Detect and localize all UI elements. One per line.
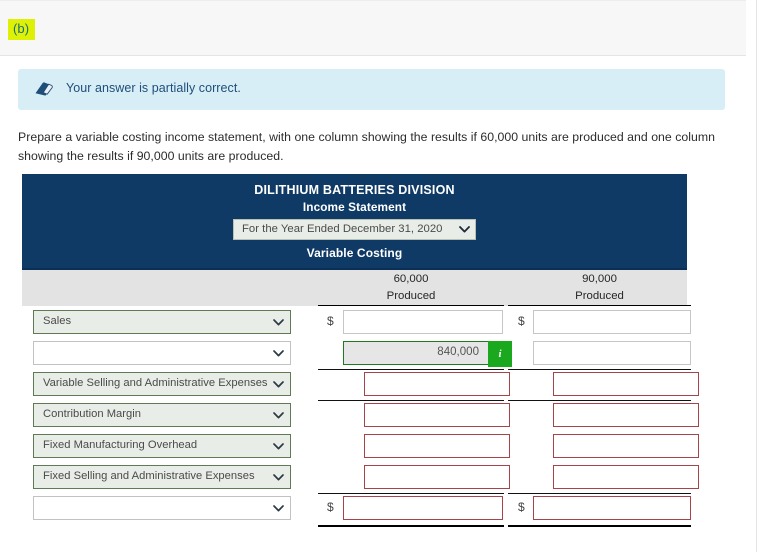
chevron-down-icon xyxy=(273,505,284,512)
company-name: DILITHIUM BATTERIES DIVISION xyxy=(254,183,455,197)
account-select-6[interactable]: Fixed Selling and Administrative Expense… xyxy=(33,465,291,489)
amount-input-r2c2[interactable] xyxy=(533,341,691,365)
amount-input-r5c1[interactable] xyxy=(364,434,510,458)
account-select-5[interactable]: Fixed Manufacturing Overhead xyxy=(33,434,291,458)
question-panel: (b) Your answer is partially correct. Pr… xyxy=(0,0,757,552)
table-row: Fixed Manufacturing Overhead xyxy=(22,434,699,460)
account-select-3[interactable]: Variable Selling and Administrative Expe… xyxy=(33,372,291,396)
account-select-1-value: Sales xyxy=(43,315,72,327)
chevron-down-icon xyxy=(273,350,284,357)
amount-input-r3c2[interactable] xyxy=(553,372,699,396)
subtotal-rule-c1 xyxy=(318,369,504,370)
account-select-1[interactable]: Sales xyxy=(33,310,291,334)
amount-input-r5c2[interactable] xyxy=(553,434,699,458)
column-header-row: 60,000 Produced 90,000 Produced xyxy=(22,270,691,306)
pretotal-rule-c2 xyxy=(508,493,691,494)
income-statement-table: DILITHIUM BATTERIES DIVISION Income Stat… xyxy=(22,174,699,543)
total-rule-c1 xyxy=(318,525,504,527)
info-icon[interactable]: i xyxy=(488,341,512,367)
contribution-rule-c2 xyxy=(508,400,691,401)
account-select-5-value: Fixed Manufacturing Overhead xyxy=(43,439,198,451)
currency-symbol: $ xyxy=(518,500,525,514)
chevron-down-icon xyxy=(273,443,284,450)
statement-title: Income Statement xyxy=(302,200,407,214)
subtotal-rule-c2 xyxy=(508,369,691,370)
eraser-icon xyxy=(34,81,54,97)
pretotal-rule-c1 xyxy=(318,493,504,494)
amount-input-r3c1[interactable] xyxy=(364,372,510,396)
amount-input-r1c1[interactable] xyxy=(343,310,503,334)
table-row: 840,000 i xyxy=(22,341,691,367)
amount-input-r2c1[interactable]: 840,000 i xyxy=(343,341,512,367)
amount-input-r7c2[interactable] xyxy=(533,496,691,520)
contribution-rule-c1 xyxy=(318,400,504,401)
statement-header: DILITHIUM BATTERIES DIVISION Income Stat… xyxy=(22,174,687,270)
account-select-6-value: Fixed Selling and Administrative Expense… xyxy=(43,470,255,482)
period-select-value: For the Year Ended December 31, 2020 xyxy=(242,223,443,235)
table-row: Sales $ $ xyxy=(22,310,691,336)
table-row: Contribution Margin xyxy=(22,403,699,429)
account-select-4[interactable]: Contribution Margin xyxy=(33,403,291,427)
period-select[interactable]: For the Year Ended December 31, 2020 xyxy=(233,219,476,240)
chevron-down-icon xyxy=(273,381,284,388)
column-1-label: Produced xyxy=(386,290,436,302)
amount-input-r4c1[interactable] xyxy=(364,403,510,427)
currency-symbol: $ xyxy=(327,314,334,328)
account-select-4-value: Contribution Margin xyxy=(43,408,142,420)
amount-input-r6c1[interactable] xyxy=(364,465,510,489)
column-1-units: 60,000 xyxy=(393,273,429,285)
chevron-down-icon xyxy=(273,474,284,481)
table-row: Variable Selling and Administrative Expe… xyxy=(22,372,699,398)
chevron-down-icon xyxy=(273,319,284,326)
account-select-7[interactable] xyxy=(33,496,291,520)
statement-body: Sales $ $ 840,000 i Variable Selling and… xyxy=(22,306,699,543)
part-header-bar: (b) xyxy=(0,0,746,56)
column-header-1: 60,000 Produced xyxy=(318,271,504,305)
chevron-down-icon xyxy=(273,412,284,419)
account-select-3-value: Variable Selling and Administrative Expe… xyxy=(43,377,268,389)
table-row: Fixed Selling and Administrative Expense… xyxy=(22,465,699,491)
amount-input-r7c1[interactable] xyxy=(343,496,503,520)
column-2-units: 90,000 xyxy=(582,273,617,285)
feedback-message: Your answer is partially correct. xyxy=(66,81,241,95)
currency-symbol: $ xyxy=(327,500,334,514)
total-rule-c2 xyxy=(508,525,691,527)
instruction-text: Prepare a variable costing income statem… xyxy=(18,130,715,163)
table-row: $ $ xyxy=(22,496,691,522)
amount-input-r6c2[interactable] xyxy=(553,465,699,489)
amount-input-r1c2[interactable] xyxy=(533,310,691,334)
column-2-label: Produced xyxy=(575,290,624,302)
column-header-2: 90,000 Produced xyxy=(508,271,691,305)
currency-symbol: $ xyxy=(518,314,525,328)
amount-input-r4c2[interactable] xyxy=(553,403,699,427)
costing-method: Variable Costing xyxy=(306,246,403,260)
feedback-banner: Your answer is partially correct. xyxy=(18,69,725,110)
account-select-2[interactable] xyxy=(33,341,291,365)
part-label: (b) xyxy=(8,19,36,40)
chevron-down-icon xyxy=(459,226,470,233)
